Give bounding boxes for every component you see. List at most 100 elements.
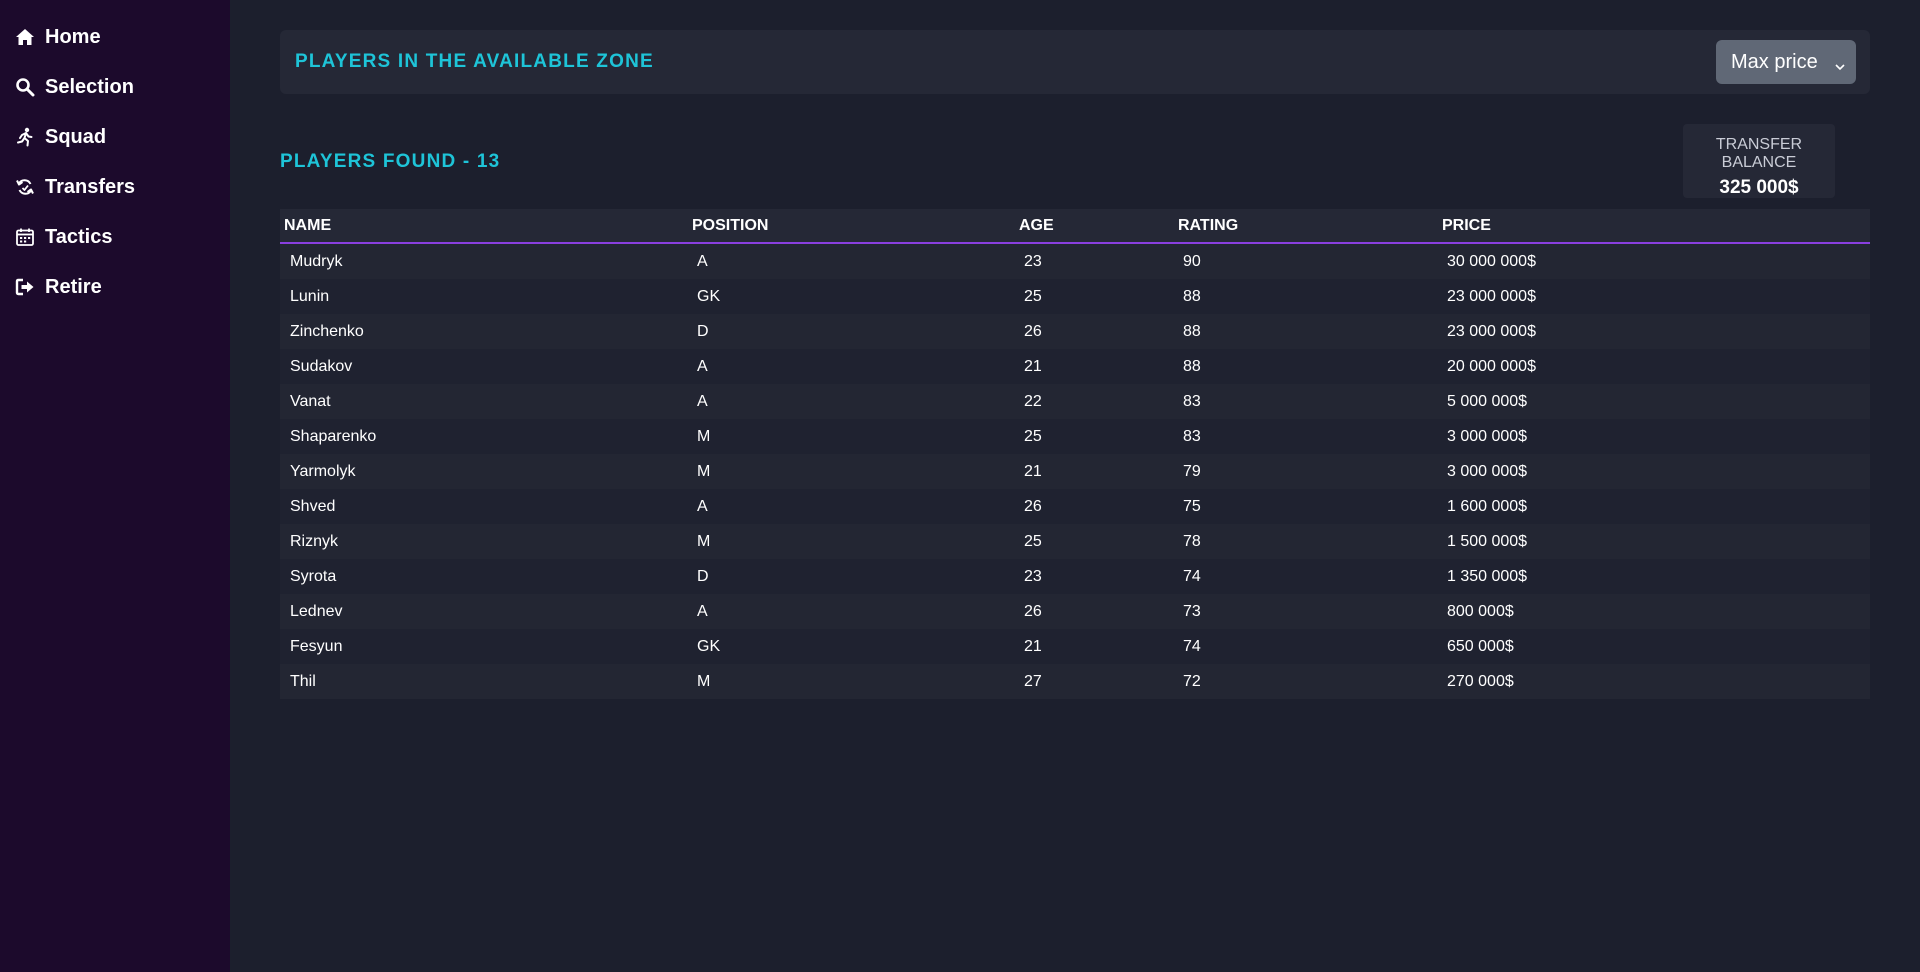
sidebar-item-label: Transfers	[45, 175, 136, 198]
player-rating: 88	[1183, 322, 1201, 340]
table-row[interactable]: Sudakov A 21 88 20 000 000$	[280, 349, 1870, 384]
player-age: 25	[1024, 532, 1042, 550]
transfer-balance-label: TRANSFER BALANCE	[1715, 136, 1803, 171]
table-row[interactable]: Lunin GK 25 88 23 000 000$	[280, 279, 1870, 314]
player-rating: 74	[1183, 637, 1201, 655]
players-found-label: PLAYERS FOUND - 13	[280, 151, 501, 172]
player-rating: 88	[1183, 357, 1201, 375]
sign-out-icon	[14, 276, 36, 298]
running-person-icon	[14, 126, 36, 148]
search-icon	[14, 76, 36, 98]
player-age: 21	[1024, 462, 1042, 480]
player-position: A	[697, 252, 708, 270]
player-price: 3 000 000$	[1447, 462, 1528, 480]
player-rating: 74	[1183, 567, 1201, 585]
player-rating: 73	[1183, 602, 1201, 620]
player-age: 25	[1024, 427, 1042, 445]
player-rating: 78	[1183, 532, 1201, 550]
player-name: Vanat	[290, 392, 331, 410]
player-price: 20 000 000$	[1447, 357, 1536, 375]
table-row[interactable]: Fesyun GK 21 74 650 000$	[280, 629, 1870, 664]
player-position: M	[697, 462, 711, 480]
table-body: Mudryk A 23 90 30 000 000$ Lunin GK 25 88 23 000 …	[280, 244, 1870, 699]
player-name: Zinchenko	[290, 322, 364, 340]
transfer-balance-value: 325 000$	[1719, 177, 1799, 198]
player-age: 27	[1024, 672, 1042, 690]
player-name: Lunin	[290, 287, 330, 305]
player-price: 5 000 000$	[1447, 392, 1528, 410]
table-row[interactable]: Shved A 26 75 1 600 000$	[280, 489, 1870, 524]
player-name: Mudryk	[290, 252, 343, 270]
column-header-price[interactable]: PRICE	[1442, 217, 1870, 235]
calendar-icon	[14, 226, 36, 248]
sort-select[interactable]: Max price	[1716, 40, 1856, 84]
player-position: A	[697, 497, 708, 515]
player-rating: 72	[1183, 672, 1201, 690]
page-title: PLAYERS IN THE AVAILABLE ZONE	[295, 51, 654, 72]
table-row[interactable]: Yarmolyk M 21 79 3 000 000$	[280, 454, 1870, 489]
column-header-rating[interactable]: RATING	[1178, 217, 1442, 235]
player-age: 21	[1024, 357, 1042, 375]
player-price: 1 600 000$	[1447, 497, 1528, 515]
player-name: Shved	[290, 497, 336, 515]
player-name: Syrota	[290, 567, 337, 585]
players-table: NAME POSITION AGE RATING PRICE Mudryk A 23…	[280, 209, 1870, 699]
sidebar: Home Selection Squad Transfers Tactics R…	[0, 0, 230, 972]
player-price: 23 000 000$	[1447, 287, 1536, 305]
home-icon	[14, 26, 36, 48]
player-position: A	[697, 357, 708, 375]
table-row[interactable]: Vanat A 22 83 5 000 000$	[280, 384, 1870, 419]
column-header-age[interactable]: AGE	[1019, 217, 1178, 235]
table-row[interactable]: Mudryk A 23 90 30 000 000$	[280, 244, 1870, 279]
table-row[interactable]: Lednev A 26 73 800 000$	[280, 594, 1870, 629]
player-age: 26	[1024, 602, 1042, 620]
chevron-down-icon	[1834, 56, 1846, 71]
player-price: 650 000$	[1447, 637, 1514, 655]
player-price: 800 000$	[1447, 602, 1514, 620]
table-row[interactable]: Syrota D 23 74 1 350 000$	[280, 559, 1870, 594]
player-name: Sudakov	[290, 357, 353, 375]
column-header-name[interactable]: NAME	[280, 217, 692, 235]
player-rating: 83	[1183, 392, 1201, 410]
player-age: 26	[1024, 497, 1042, 515]
player-position: M	[697, 532, 711, 550]
player-age: 25	[1024, 287, 1042, 305]
column-header-position[interactable]: POSITION	[692, 217, 1019, 235]
player-price: 1 350 000$	[1447, 567, 1528, 585]
player-price: 1 500 000$	[1447, 532, 1528, 550]
table-row[interactable]: Riznyk M 25 78 1 500 000$	[280, 524, 1870, 559]
sidebar-item-retire[interactable]: Retire	[0, 262, 230, 312]
player-name: Shaparenko	[290, 427, 377, 445]
player-name: Riznyk	[290, 532, 339, 550]
sidebar-item-label: Squad	[45, 125, 107, 148]
player-rating: 90	[1183, 252, 1201, 270]
sidebar-item-label: Retire	[45, 275, 102, 298]
sidebar-item-label: Home	[45, 25, 101, 48]
sidebar-item-label: Tactics	[45, 225, 113, 248]
table-row[interactable]: Shaparenko M 25 83 3 000 000$	[280, 419, 1870, 454]
player-position: M	[697, 672, 711, 690]
table-row[interactable]: Zinchenko D 26 88 23 000 000$	[280, 314, 1870, 349]
player-name: Thil	[290, 672, 316, 690]
player-position: GK	[697, 287, 721, 305]
sidebar-item-squad[interactable]: Squad	[0, 112, 230, 162]
sidebar-item-selection[interactable]: Selection	[0, 62, 230, 112]
table-header: NAME POSITION AGE RATING PRICE	[280, 209, 1870, 244]
player-position: A	[697, 392, 708, 410]
player-age: 26	[1024, 322, 1042, 340]
player-rating: 79	[1183, 462, 1201, 480]
transfer-cycle-icon	[14, 176, 36, 198]
sidebar-item-transfers[interactable]: Transfers	[0, 162, 230, 212]
player-age: 22	[1024, 392, 1042, 410]
main-content: PLAYERS IN THE AVAILABLE ZONE Max price …	[230, 0, 1920, 972]
sidebar-item-home[interactable]: Home	[0, 12, 230, 62]
sidebar-item-label: Selection	[45, 75, 134, 98]
table-row[interactable]: Thil M 27 72 270 000$	[280, 664, 1870, 699]
player-age: 23	[1024, 567, 1042, 585]
sort-select-value: Max price	[1731, 50, 1818, 73]
player-name: Lednev	[290, 602, 343, 620]
player-age: 23	[1024, 252, 1042, 270]
sidebar-item-tactics[interactable]: Tactics	[0, 212, 230, 262]
player-price: 23 000 000$	[1447, 322, 1536, 340]
player-name: Yarmolyk	[290, 462, 356, 480]
